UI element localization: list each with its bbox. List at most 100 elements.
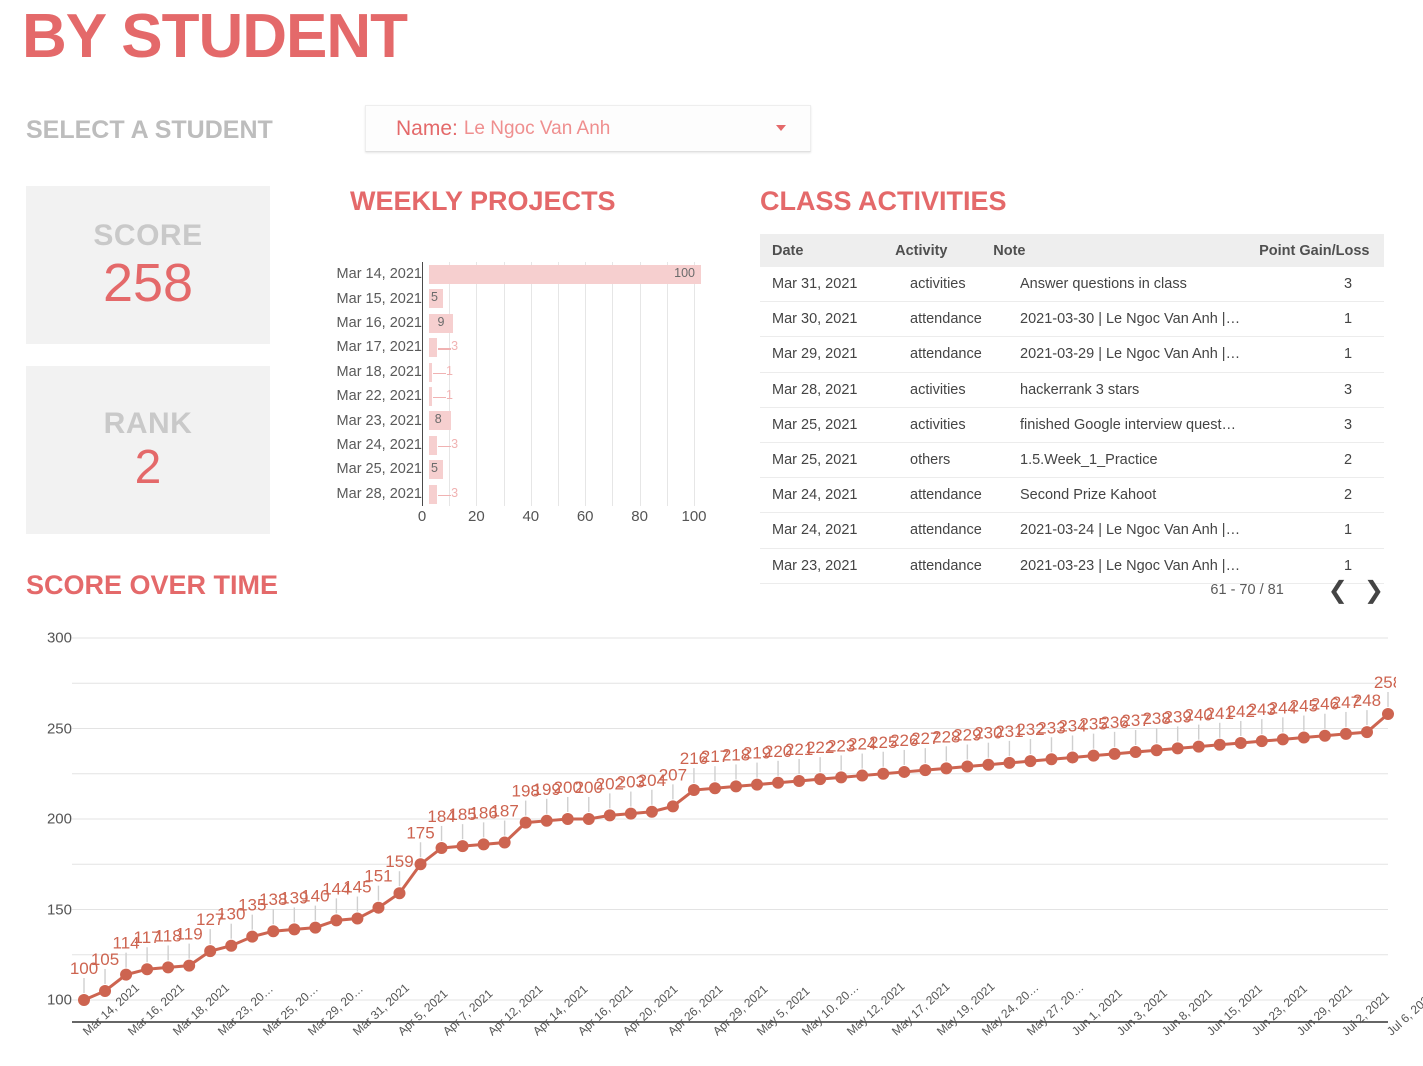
data-point-marker[interactable] [1066,751,1079,764]
table-column-header[interactable]: Activity [895,243,993,259]
student-select-dropdown[interactable]: Name: Le Ngoc Van Anh [365,105,811,152]
weekly-project-bar[interactable] [429,265,701,284]
data-point-marker[interactable] [814,773,827,786]
data-point-marker[interactable] [1339,727,1352,740]
table-cell: attendance [910,311,982,328]
data-point-marker[interactable] [1382,708,1394,721]
chevron-right-icon[interactable]: ❯ [1364,578,1384,602]
data-point-marker[interactable] [1192,740,1205,753]
data-point-marker[interactable] [1024,755,1037,768]
data-point-marker[interactable] [730,780,742,793]
data-point-marker[interactable] [645,805,658,818]
data-point-marker[interactable] [772,776,785,789]
data-point-marker[interactable] [961,760,974,773]
data-point-marker[interactable] [666,800,679,813]
table-column-header[interactable]: Date [760,243,895,259]
data-point-marker[interactable] [1255,735,1268,748]
data-point-marker[interactable] [751,778,764,791]
data-point-marker[interactable] [330,914,343,927]
data-point-marker[interactable] [393,887,406,900]
table-row[interactable]: Mar 25, 2021 others 1.5.Week_1_Practice 2 [760,443,1384,479]
data-point-marker[interactable] [120,968,133,981]
table-row[interactable]: Mar 24, 2021 attendance Second Prize Kahoo… [760,478,1384,514]
data-point-marker[interactable] [372,901,385,914]
data-point-marker[interactable] [982,758,995,771]
data-point-marker[interactable] [1171,742,1184,755]
data-point-marker[interactable] [582,813,595,825]
data-point-marker[interactable] [456,840,469,853]
weekly-project-bar[interactable] [429,484,438,504]
table-column-header[interactable]: Point Gain/Loss [1259,243,1384,259]
table-row[interactable]: Mar 28, 2021 activities hackerrank 3 stars… [760,373,1384,408]
data-point-marker[interactable] [835,771,848,784]
weekly-project-bar[interactable] [429,435,438,455]
table-cell: attendance [910,522,982,539]
data-point-marker[interactable] [162,961,175,974]
data-point-marker[interactable] [309,921,322,934]
data-point-marker[interactable] [940,762,953,775]
table-row[interactable]: Mar 25, 2021 activities finished Google in… [760,408,1384,443]
data-point-marker[interactable] [898,765,911,778]
data-point-marker[interactable] [141,963,154,976]
data-point-marker[interactable] [477,838,490,851]
table-cell: 2021-03-29 | Le Ngoc Van Anh |… [1020,346,1241,363]
y-tick-label: 150 [46,901,72,918]
data-point-marker[interactable] [1150,744,1163,757]
data-point-marker[interactable] [1276,733,1289,746]
data-point-marker[interactable] [687,784,700,797]
weekly-project-bar[interactable] [429,338,438,358]
data-point-marker[interactable] [540,814,553,827]
data-point-marker[interactable] [1003,756,1016,769]
data-point-marker[interactable] [246,930,259,943]
data-point-marker[interactable] [708,782,721,795]
data-point-marker[interactable] [793,774,806,787]
score-over-time-title: SCORE OVER TIME [26,570,279,600]
data-point-marker[interactable] [78,994,90,1006]
weekly-project-date-label: Mar 18, 2021 [336,363,422,380]
data-point-marker[interactable] [99,984,112,997]
data-point-marker[interactable] [1360,726,1373,739]
weekly-project-bar-row: Mar 22, 2021 1 [330,384,720,408]
data-point-marker[interactable] [183,959,196,972]
data-point-marker[interactable] [877,767,890,780]
data-point-marker[interactable] [1087,749,1100,762]
pagination-range: 61 - 70 / 81 [1210,582,1284,598]
table-row[interactable]: Mar 24, 2021 attendance 2021-03-24 | Le Ng… [760,513,1384,549]
data-point-marker[interactable] [561,813,574,825]
data-point-marker[interactable] [856,769,869,782]
table-cell: 2021-03-23 | Le Ngoc Van Anh |… [1020,557,1241,574]
weekly-project-bar[interactable] [429,386,432,406]
data-point-marker[interactable] [1108,747,1121,760]
data-point-marker[interactable] [1297,731,1310,744]
data-point-marker[interactable] [1129,746,1142,759]
table-row[interactable]: Mar 30, 2021 attendance 2021-03-30 | Le Ng… [760,302,1384,338]
data-point-marker[interactable] [288,923,301,936]
data-point-marker[interactable] [351,912,364,925]
data-point-marker[interactable] [414,858,427,871]
weekly-project-bar[interactable] [429,362,432,382]
weekly-project-bar-value: 100 [674,266,695,280]
table-cell: hackerrank 3 stars [1020,381,1140,398]
data-point-marker[interactable] [225,939,238,952]
table-row[interactable]: Mar 31, 2021 activities Answer questions i… [760,267,1384,303]
table-row[interactable]: Mar 29, 2021 attendance 2021-03-29 | Le Ng… [760,337,1384,373]
data-point-marker[interactable] [624,807,637,820]
data-point-marker[interactable] [919,764,932,777]
table-cell: Mar 24, 2021 [772,487,858,504]
data-point-marker[interactable] [519,816,532,829]
data-point-marker[interactable] [267,925,280,938]
data-point-marker[interactable] [1045,753,1058,766]
chevron-left-icon[interactable]: ❮ [1328,578,1348,602]
data-point-marker[interactable] [1234,736,1247,749]
data-point-marker[interactable] [204,945,217,958]
data-point-marker[interactable] [435,841,448,854]
dashboard-page: BY STUDENT SELECT A STUDENT Name: Le Ngo… [0,0,1423,1066]
data-point-marker[interactable] [1213,738,1226,751]
data-point-marker[interactable] [1318,729,1331,742]
weekly-projects-chart: Mar 14, 2021 100 Mar 15, 2021 5 Mar 16, 2021… [330,262,720,532]
data-point-marker[interactable] [603,809,616,822]
table-column-header[interactable]: Note [993,243,1259,259]
x-tick-label: 0 [417,508,427,525]
data-point-marker[interactable] [498,836,511,849]
chevron-down-icon[interactable] [776,125,786,131]
